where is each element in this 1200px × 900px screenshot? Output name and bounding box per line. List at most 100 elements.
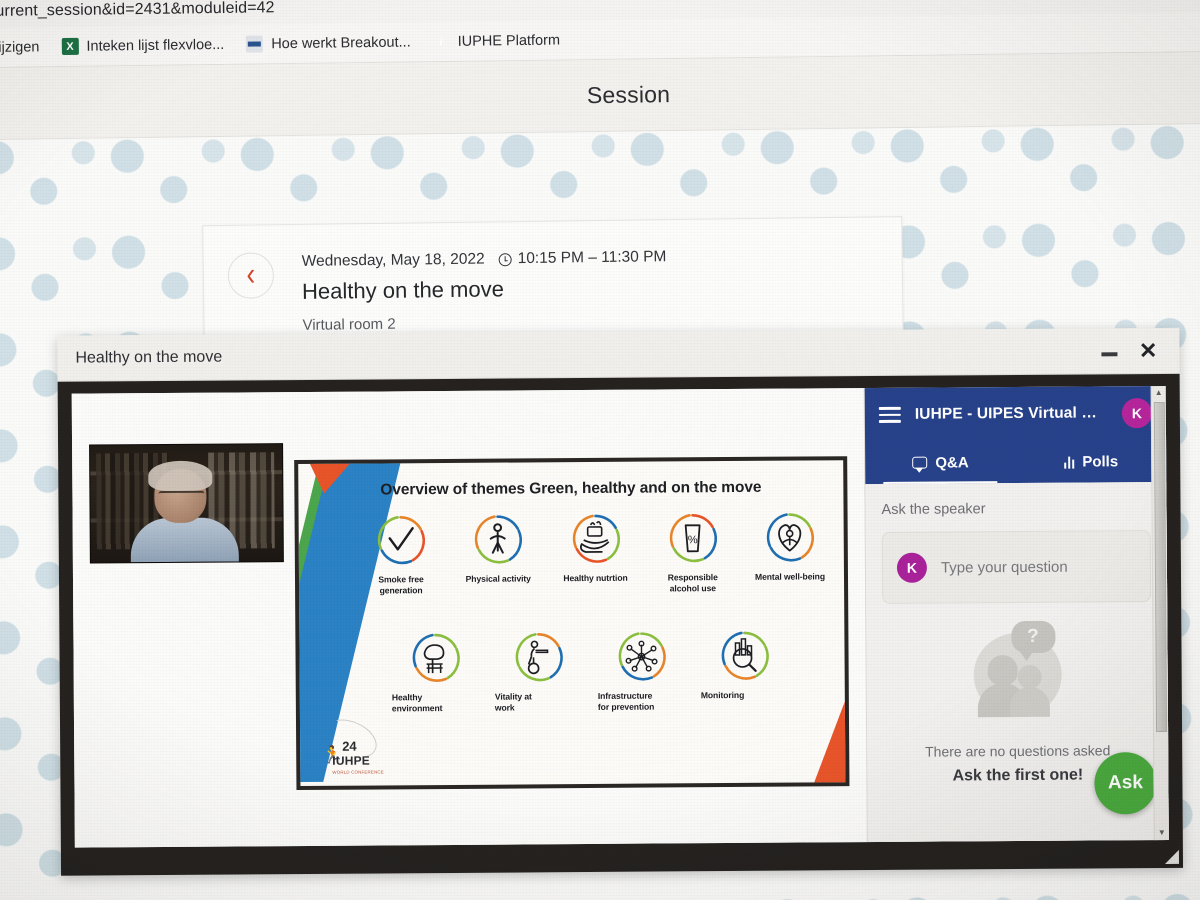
theme-vitality-at-work: Vitality at work: [494, 630, 583, 713]
speaker-hair: [148, 460, 213, 492]
composer-avatar: K: [896, 552, 928, 583]
theme-label: Healthy environment: [391, 692, 443, 714]
video-frame: Overview of themes Green, healthy and on…: [57, 373, 1184, 876]
speaker-body: [130, 517, 239, 563]
speaker-glasses: [158, 490, 205, 501]
tab-label: Q&A: [935, 453, 969, 472]
scroll-down-icon[interactable]: ▼: [1158, 826, 1166, 840]
minimize-icon[interactable]: [1100, 351, 1118, 356]
logo-subtitle: WORLD CONFERENCE: [332, 769, 384, 775]
web-page: Session ‹ Wednesday, May 18, 2022 10:15 …: [0, 51, 1200, 900]
page-title: Session: [586, 81, 671, 109]
presentation-area: Overview of themes Green, healthy and on…: [71, 388, 867, 848]
screen-content: current_session&id=2431&moduleid=42 wijz…: [0, 0, 1200, 900]
qa-panel-body: Ask the speaker K Type your question ? T…: [865, 481, 1169, 843]
theme-label: Responsible alcohol use: [667, 572, 718, 594]
avatar[interactable]: K: [1121, 398, 1152, 429]
theme-responsible-alcohol-use: % Responsible alcohol use: [648, 511, 737, 594]
back-button[interactable]: ‹: [227, 252, 275, 299]
theme-label: Smoke free generation: [378, 574, 424, 596]
glass-percent-icon: %: [665, 511, 719, 565]
theme-label: Monitoring: [700, 689, 745, 701]
logo-number: 24: [342, 738, 357, 754]
bookmark-item-wijzigen[interactable]: wijzigen: [0, 39, 40, 56]
tab-polls[interactable]: Polls: [1016, 440, 1167, 483]
bookmark-item-inteken-lijst[interactable]: X Inteken lijst flexvloe...: [61, 36, 225, 56]
question-mark-icon: ?: [1010, 620, 1056, 654]
bookmark-label: IUPHE Platform: [457, 32, 561, 50]
event-title: IUHPE - UIPES Virtual …: [914, 404, 1097, 423]
theme-smoke-free-generation: Smoke free generation: [357, 513, 446, 596]
doc-icon: [246, 35, 264, 53]
qa-header-top: IUHPE - UIPES Virtual … K: [865, 386, 1166, 442]
close-icon[interactable]: ✕: [1139, 338, 1158, 363]
resize-grip[interactable]: [1164, 849, 1180, 864]
ask-button[interactable]: Ask: [1094, 752, 1157, 815]
network-nodes-icon: [614, 629, 668, 683]
qa-panel-header: IUHPE - UIPES Virtual … K Q&A Polls: [864, 385, 1167, 485]
session-title: Healthy on the move: [301, 276, 505, 304]
info-icon: i: [439, 35, 443, 48]
qa-panel: IUHPE - UIPES Virtual … K Q&A Polls Ask …: [863, 385, 1169, 843]
theme-label: Infrastructure for prevention: [597, 690, 655, 712]
no-questions-illustration-icon: ?: [969, 620, 1066, 718]
svg-text:%: %: [688, 534, 698, 546]
theme-label: Healthy nutrtion: [563, 572, 628, 584]
clock-icon: [498, 252, 512, 266]
chart-magnifier-icon: [717, 629, 771, 683]
slide-orange-triangle-bottom: [812, 696, 848, 785]
session-room: Virtual room 2: [302, 315, 396, 334]
bookmark-label: Hoe werkt Breakout...: [271, 33, 411, 52]
bookmark-item-iuphe-platform[interactable]: i IUPHE Platform: [433, 32, 561, 51]
player-window-title: Healthy on the move: [75, 348, 223, 367]
theme-healthy-environment: Healthy environment: [391, 631, 480, 714]
theme-physical-activity: Physical activity: [454, 512, 542, 584]
tab-label: Polls: [1082, 452, 1119, 471]
speech-bubble-icon: [912, 456, 928, 469]
running-person-icon: [471, 512, 525, 566]
theme-row-2: Healthy environment Vitality at work Inf…: [391, 629, 789, 714]
question-input[interactable]: Type your question: [941, 558, 1068, 576]
qa-tabs: Q&A Polls: [865, 440, 1166, 484]
scroll-up-icon[interactable]: ▲: [1155, 386, 1163, 400]
session-datetime: Wednesday, May 18, 2022 10:15 PM – 11:30…: [302, 248, 667, 271]
player-window-titlebar[interactable]: Healthy on the move ✕: [57, 327, 1180, 382]
tree-bench-icon: [408, 631, 462, 685]
chevron-left-icon: ‹: [246, 254, 256, 293]
hamburger-menu-icon[interactable]: [878, 406, 901, 423]
logo-wordmark: IUHPE: [332, 753, 371, 768]
session-player-window: Healthy on the move ✕ Overview of themes…: [57, 327, 1184, 876]
heart-person-icon: [763, 510, 817, 564]
qa-scrollbar[interactable]: ▲ ▼: [1150, 385, 1169, 841]
speaker-webcam-thumbnail[interactable]: [90, 444, 283, 563]
scrollbar-track[interactable]: [1161, 734, 1162, 826]
bookmark-label: wijzigen: [0, 38, 40, 56]
session-time: 10:15 PM – 11:30 PM: [517, 248, 667, 268]
theme-label: Physical activity: [465, 573, 531, 584]
scrollbar-thumb[interactable]: [1153, 401, 1167, 733]
player-window-controls: ✕: [1100, 338, 1180, 363]
theme-mental-well-being: Mental well-being: [746, 510, 834, 582]
presentation-slide[interactable]: Overview of themes Green, healthy and on…: [294, 456, 850, 791]
theme-healthy-nutrition: Healthy nutrtion: [551, 512, 639, 584]
question-composer[interactable]: K Type your question: [881, 530, 1152, 604]
empty-state-line2: Ask the first one!: [952, 766, 1084, 785]
theme-infrastructure-for-prevention: Infrastructure for prevention: [597, 629, 686, 712]
iuhpe-conference-logo: 🏃 24 IUHPE WORLD CONFERENCE: [316, 711, 386, 775]
theme-label: Vitality at work: [494, 691, 532, 713]
empty-state-line1: There are no questions asked: [925, 742, 1111, 760]
session-date: Wednesday, May 18, 2022: [301, 250, 485, 270]
tab-qa[interactable]: Q&A: [865, 441, 1016, 484]
theme-row-1: Smoke free generation Physical activity …: [357, 510, 835, 596]
theme-monitoring: Monitoring: [700, 629, 788, 701]
bookmark-label: Inteken lijst flexvloe...: [86, 36, 225, 55]
bar-chart-icon: [1063, 455, 1075, 469]
checkmark-icon: [374, 513, 428, 567]
theme-label: Mental well-being: [754, 571, 825, 582]
excel-icon: X: [61, 37, 79, 56]
slide-title: Overview of themes Green, healthy and on…: [380, 478, 762, 499]
photograph-of-screen: current_session&id=2431&moduleid=42 wijz…: [0, 0, 1200, 900]
video-stage: Overview of themes Green, healthy and on…: [71, 385, 1169, 848]
ask-the-speaker-label: Ask the speaker: [881, 501, 986, 518]
bookmark-item-hoe-werkt-breakout[interactable]: Hoe werkt Breakout...: [246, 33, 411, 53]
